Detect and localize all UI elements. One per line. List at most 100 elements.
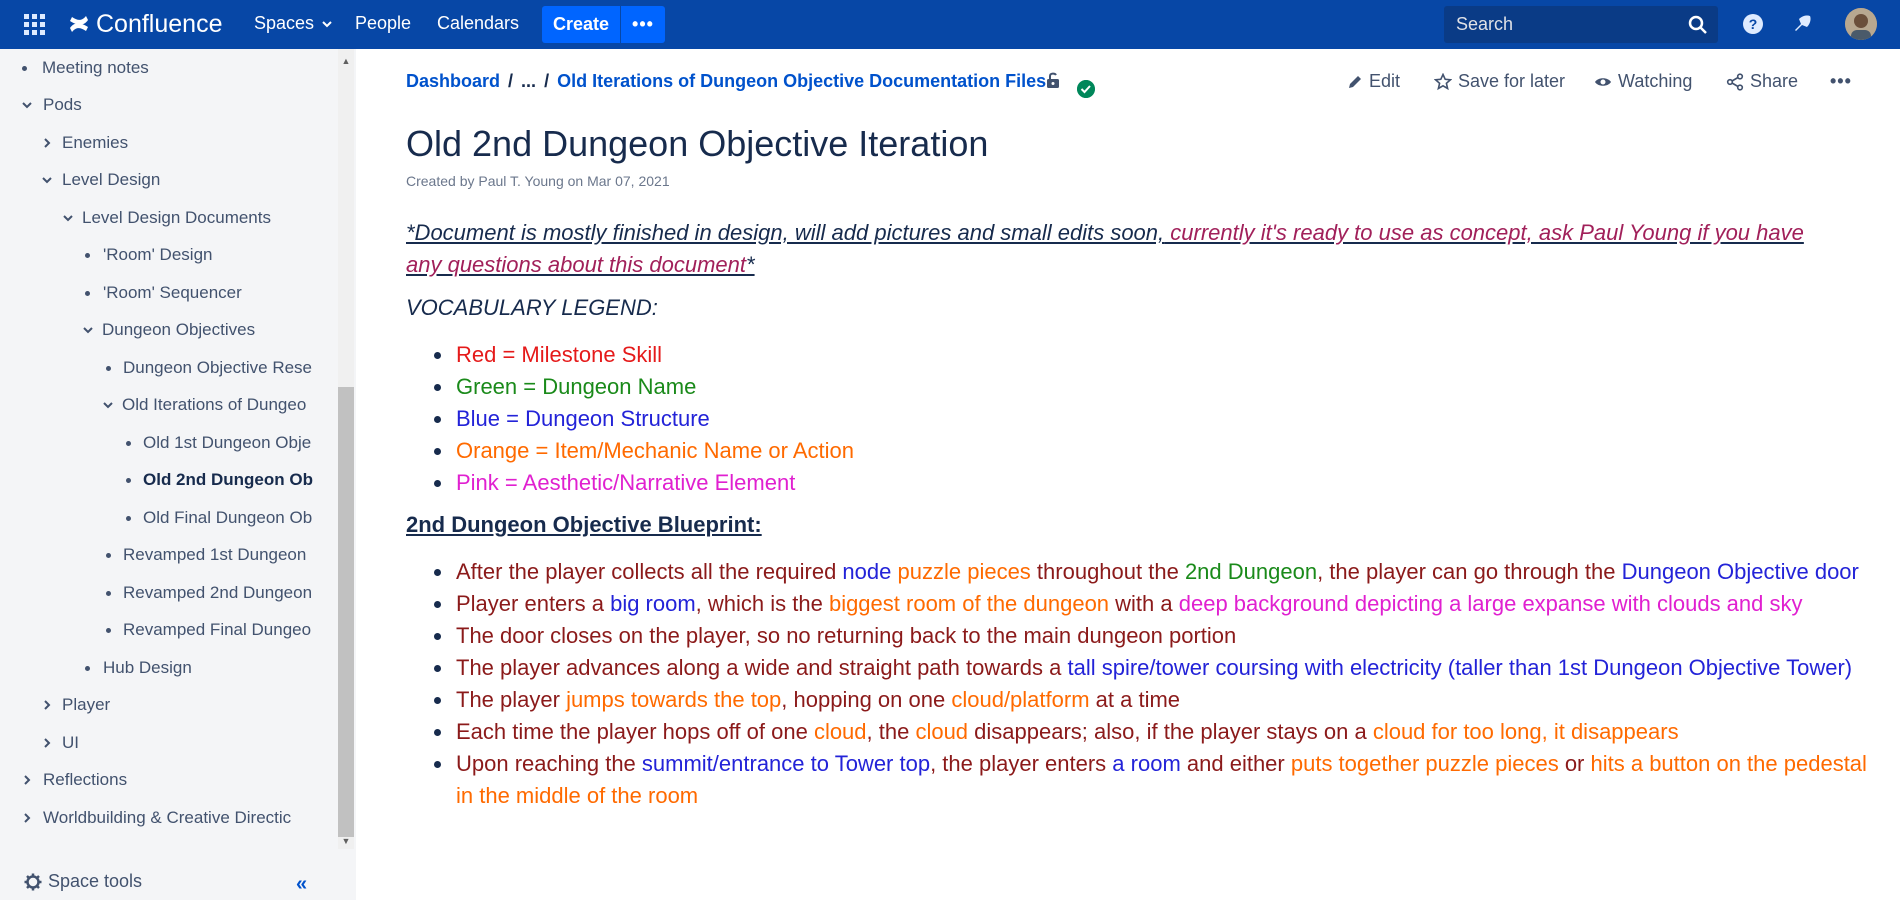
breadcrumb-dashboard[interactable]: Dashboard [406, 71, 500, 92]
tree-item-label: Old 1st Dungeon Obje [143, 433, 312, 452]
tree-item-label: Pods [43, 95, 82, 114]
text-segment: Upon reaching the [456, 751, 642, 776]
people-link[interactable]: People [355, 13, 411, 34]
scroll-down-icon[interactable]: ▼ [338, 833, 354, 849]
blueprint-list: After the player collects all the requir… [406, 556, 1886, 812]
intro-paragraph: *Document is mostly finished in design, … [406, 217, 1826, 281]
bullet-icon [85, 290, 90, 296]
share-button[interactable]: Share [1726, 71, 1798, 92]
scroll-up-icon[interactable]: ▲ [338, 53, 354, 69]
bullet-icon [126, 515, 131, 521]
search-input[interactable]: Search [1444, 6, 1718, 43]
chevron-right-icon[interactable] [40, 136, 54, 150]
text-segment: a room [1112, 751, 1181, 776]
save-for-later-label: Save for later [1458, 71, 1566, 91]
tree-item-old-2nd-dungeon[interactable]: Old 2nd Dungeon Ob [126, 467, 319, 493]
chevron-down-icon[interactable] [81, 323, 95, 337]
app-switcher-icon[interactable] [24, 14, 46, 36]
confluence-logo[interactable]: Confluence [68, 8, 222, 40]
blueprint-item: Player enters a big room, which is the b… [406, 588, 1886, 620]
user-avatar[interactable] [1845, 8, 1877, 40]
unlock-icon[interactable] [1044, 71, 1062, 89]
collapse-sidebar-icon[interactable]: « [296, 873, 307, 896]
chevron-down-icon[interactable] [20, 98, 34, 112]
chevron-right-icon[interactable] [20, 773, 34, 787]
tree-item-level-design-documents[interactable]: Level Design Documents [61, 205, 271, 231]
share-label: Share [1750, 71, 1799, 91]
bullet-icon [106, 365, 111, 371]
tree-item-label: Dungeon Objective Rese [123, 358, 313, 377]
calendars-link[interactable]: Calendars [437, 13, 519, 34]
logo-text: Confluence [96, 9, 223, 38]
spaces-menu[interactable]: Spaces [254, 13, 334, 34]
text-segment: summit/entrance to Tower top [641, 751, 931, 776]
text-segment: with a [1109, 591, 1179, 616]
tree-item-hub-design[interactable]: Hub Design [85, 655, 192, 681]
tree-item-revamped-final-dungeon[interactable]: Revamped Final Dungeo [106, 617, 319, 643]
text-segment: After the player collects all the requir… [456, 559, 843, 584]
tree-item-enemies[interactable]: Enemies [40, 130, 128, 156]
text-segment: cloud/platform [951, 687, 1090, 712]
bullet-icon [106, 552, 111, 558]
page-tree: Meeting notes Pods Enemies Level Design … [0, 49, 338, 849]
text-segment: cloud for too long, it disappears [1372, 719, 1679, 744]
tree-item-dungeon-objective-research[interactable]: Dungeon Objective Rese [106, 355, 319, 381]
chevron-right-icon[interactable] [20, 811, 34, 825]
search-icon[interactable] [1688, 15, 1708, 35]
chevron-right-icon[interactable] [40, 698, 54, 712]
text-segment: deep background depicting a large expans… [1178, 591, 1803, 616]
chevron-down-icon[interactable] [61, 211, 75, 225]
tree-item-old-iterations[interactable]: Old Iterations of Dungeo [101, 392, 322, 418]
tree-item-revamped-1st-dungeon[interactable]: Revamped 1st Dungeon [106, 542, 319, 568]
avatar-image [1845, 8, 1877, 40]
tree-item-label: Old Final Dungeon Ob [143, 508, 313, 527]
confluence-logo-icon [70, 16, 88, 32]
text-segment: biggest room of the dungeon [828, 591, 1110, 616]
tree-item-old-final-dungeon[interactable]: Old Final Dungeon Ob [126, 505, 319, 531]
chevron-down-icon [322, 20, 332, 27]
tree-item-revamped-2nd-dungeon[interactable]: Revamped 2nd Dungeon [106, 580, 319, 606]
tree-item-pods[interactable]: Pods [20, 92, 82, 118]
breadcrumb-ellipsis[interactable]: ... [521, 71, 536, 92]
create-more-button[interactable]: ••• [621, 6, 665, 43]
bullet-icon [106, 627, 111, 633]
chevron-down-icon[interactable] [101, 398, 115, 412]
chevron-down-icon[interactable] [40, 173, 54, 187]
tree-item-reflections[interactable]: Reflections [20, 767, 127, 793]
page-title: Old 2nd Dungeon Objective Iteration [406, 123, 989, 164]
chevron-right-icon[interactable] [40, 736, 54, 750]
save-for-later-button[interactable]: Save for later [1434, 71, 1565, 92]
tree-item-ui[interactable]: UI [40, 730, 79, 756]
text-segment: , hopping on one [781, 687, 952, 712]
create-button[interactable]: Create [542, 6, 620, 43]
tree-item-meeting-notes[interactable]: Meeting notes [22, 55, 149, 81]
tree-item-old-1st-dungeon[interactable]: Old 1st Dungeon Obje [126, 430, 319, 456]
breadcrumb-parent[interactable]: Old Iterations of Dungeon Objective Docu… [557, 71, 1046, 92]
tree-item-label: 'Room' Design [103, 245, 213, 264]
text-segment: and either [1180, 751, 1291, 776]
text-segment: The player [456, 687, 567, 712]
tree-item-dungeon-objectives[interactable]: Dungeon Objectives [81, 317, 255, 343]
tree-item-level-design[interactable]: Level Design [40, 167, 160, 193]
watching-button[interactable]: Watching [1594, 71, 1692, 92]
breadcrumb-separator: / [544, 71, 550, 91]
tree-item-room-sequencer[interactable]: 'Room' Sequencer [85, 280, 242, 306]
top-navigation-bar: Confluence Spaces People Calendars Creat… [0, 0, 1900, 49]
help-icon[interactable]: ? [1742, 13, 1764, 35]
intro-text-c: * [746, 252, 755, 277]
tree-item-player[interactable]: Player [40, 692, 110, 718]
text-segment: , the player enters [930, 751, 1113, 776]
more-actions-button[interactable]: ••• [1830, 71, 1852, 92]
sidebar-scrollbar-thumb[interactable] [338, 387, 354, 837]
tree-item-worldbuilding[interactable]: Worldbuilding & Creative Directic [20, 805, 313, 831]
text-segment: puzzle pieces [897, 559, 1031, 584]
gear-icon [24, 873, 42, 890]
space-tools-button[interactable]: Space tools [24, 871, 142, 892]
text-segment: Dungeon Objective door [1621, 559, 1859, 584]
tree-item-room-design[interactable]: 'Room' Design [85, 242, 212, 268]
notifications-icon[interactable] [1791, 13, 1813, 35]
tree-item-label: Reflections [43, 770, 128, 789]
edit-button[interactable]: Edit [1347, 71, 1400, 92]
blueprint-item: Each time the player hops off of one clo… [406, 716, 1886, 748]
blueprint-item: Upon reaching the summit/entrance to Tow… [406, 748, 1886, 812]
